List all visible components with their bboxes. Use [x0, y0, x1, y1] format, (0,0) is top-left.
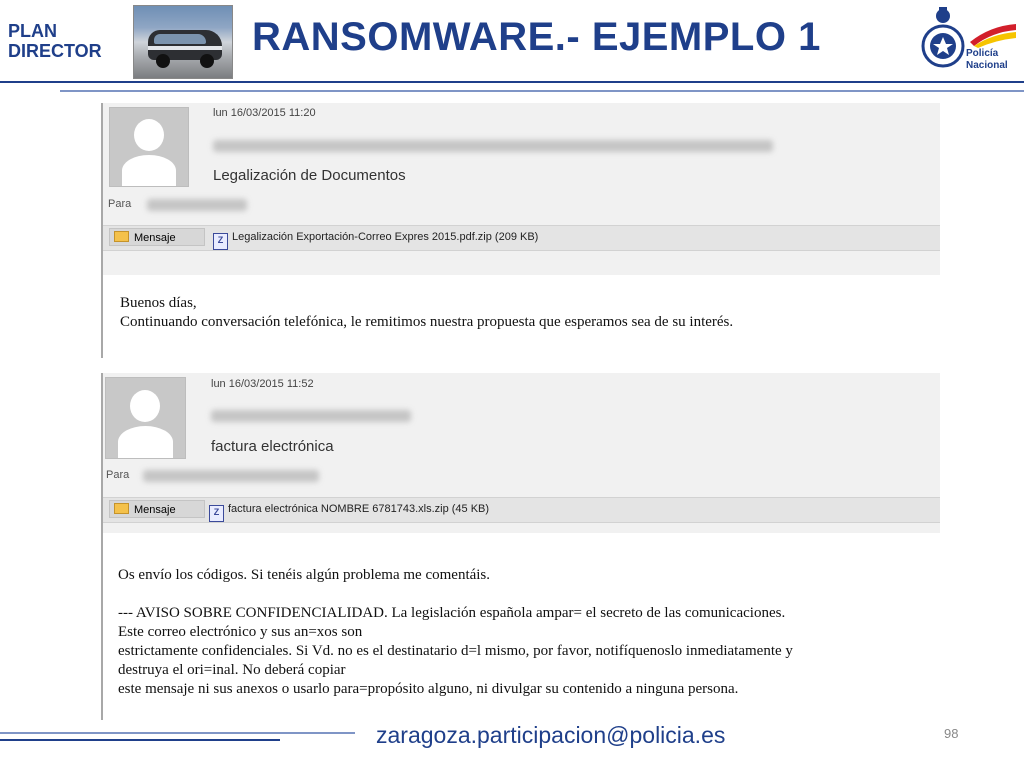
recipient-redacted [147, 199, 247, 211]
attachment-link[interactable]: Zfactura electrónica NOMBRE 6781743.xls.… [209, 500, 489, 522]
avatar-icon [105, 377, 186, 459]
police-car-photo [133, 5, 233, 79]
header-divider [0, 81, 1024, 83]
plan-director-label: PLAN DIRECTOR [8, 21, 102, 61]
message-tab[interactable]: Mensaje [109, 228, 205, 246]
header-divider-secondary [60, 90, 1024, 92]
email-body-line: destruya el ori=inal. No deberá copiar [118, 662, 346, 678]
zip-file-icon: Z [209, 505, 224, 522]
recipient-redacted [143, 470, 319, 482]
contact-email: zaragoza.participacion@policia.es [376, 722, 726, 748]
plan-label-line2: DIRECTOR [8, 41, 102, 61]
footer-divider [0, 732, 355, 734]
footer-divider-secondary [0, 739, 280, 741]
email-date: lun 16/03/2015 11:20 [213, 107, 316, 119]
email-panel-2: lun 16/03/2015 11:52 factura electrónica… [101, 373, 940, 720]
email-body-line: Continuando conversación telefónica, le … [120, 314, 734, 330]
attachments-bar: Mensaje Z Legalización Exportación-Correo… [103, 225, 940, 251]
email-body-line: este mensaje ni sus anexos o usarlo para… [118, 681, 739, 697]
email-subject: factura electrónica [211, 438, 334, 455]
email-body-line: Os envío los códigos. Si tenéis algún pr… [118, 567, 491, 583]
sender-redacted [211, 410, 411, 422]
message-tab[interactable]: Mensaje [109, 500, 205, 518]
police-badge-icon [921, 7, 965, 68]
slide-title: RANSOMWARE.- EJEMPLO 1 [252, 15, 821, 59]
plan-label-line1: PLAN [8, 21, 57, 41]
email-body-2: Os envío los códigos. Si tenéis algún pr… [118, 566, 936, 699]
envelope-icon [114, 231, 129, 242]
policia-nacional-label: Policía Nacional [966, 48, 1008, 71]
attachment-link[interactable]: Z Legalización Exportación-Correo Expres … [213, 228, 538, 250]
email-body-line: --- AVISO SOBRE CONFIDENCIALIDAD. La leg… [118, 605, 786, 621]
email-body-line: Buenos días, [120, 295, 197, 311]
page-number: 98 [944, 726, 959, 741]
email-body-line: estrictamente confidenciales. Si Vd. no … [118, 643, 793, 659]
to-label: Para [108, 198, 132, 210]
zip-file-icon: Z [213, 233, 228, 250]
email-date: lun 16/03/2015 11:52 [211, 378, 314, 390]
email-header-1: lun 16/03/2015 11:20 Legalización de Doc… [103, 103, 940, 275]
email-body-spacer [118, 585, 936, 604]
email-subject: Legalización de Documentos [213, 167, 406, 184]
email-body-1: Buenos días, Continuando conversación te… [120, 294, 733, 332]
envelope-icon [114, 503, 129, 514]
avatar-icon [109, 107, 189, 187]
spain-flag-stripes [970, 24, 1016, 48]
email-body-line: Este correo electrónico y sus an=xos son [118, 624, 363, 640]
email-header-2: lun 16/03/2015 11:52 factura electrónica… [103, 373, 940, 533]
attachments-bar: Mensaje Zfactura electrónica NOMBRE 6781… [103, 497, 940, 523]
sender-redacted [213, 140, 773, 152]
to-label: Para [106, 469, 130, 481]
email-panel-1: lun 16/03/2015 11:20 Legalización de Doc… [101, 103, 940, 358]
